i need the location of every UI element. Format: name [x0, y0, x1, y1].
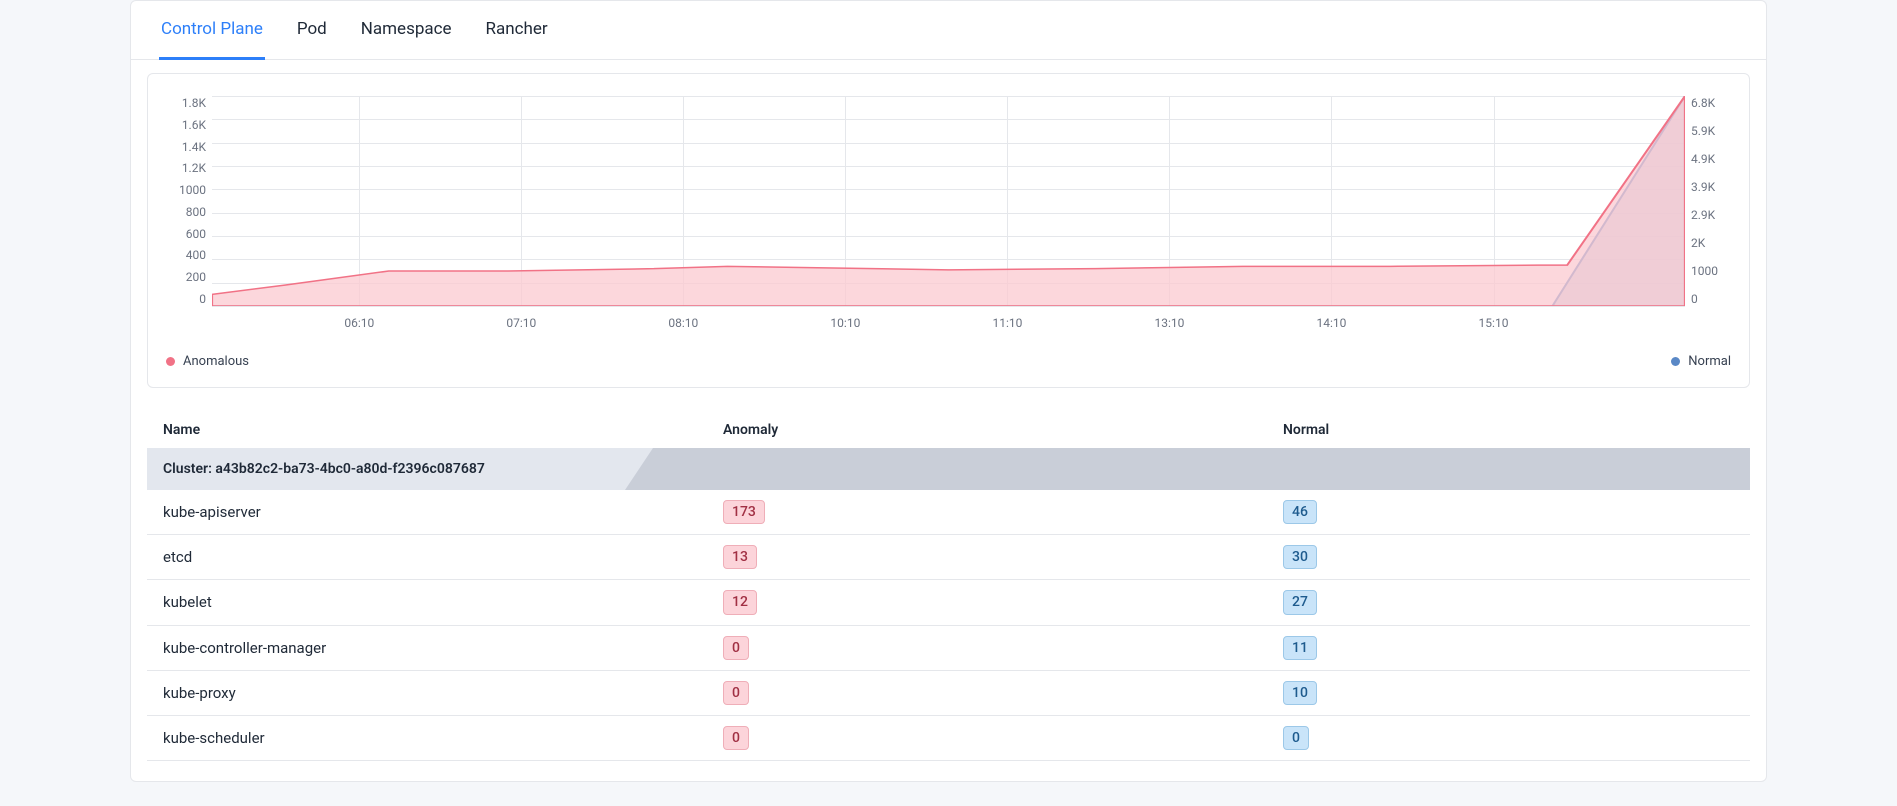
group-label-prefix: Cluster:: [163, 461, 215, 477]
y-right-tick: 0: [1691, 292, 1731, 306]
y-axis-right: 6.8K 5.9K 4.9K 3.9K 2.9K 2K 1000 0: [1685, 96, 1731, 306]
tab-rancher[interactable]: Rancher: [484, 1, 550, 60]
x-tick: 15:10: [1479, 316, 1509, 330]
anomaly-badge: 12: [723, 590, 757, 614]
x-tick: 07:10: [506, 316, 536, 330]
table-row[interactable]: kube-controller-manager0 11: [147, 626, 1750, 671]
y-left-tick: 1.4K: [166, 140, 206, 154]
dot-icon: [166, 357, 175, 366]
table-row[interactable]: kube-scheduler00: [147, 716, 1750, 761]
normal-badge: 27: [1283, 590, 1317, 614]
tab-namespace[interactable]: Namespace: [359, 1, 454, 60]
normal-badge: 11: [1283, 636, 1317, 660]
y-axis-left: 1.8K 1.6K 1.4K 1.2K 1000 800 600 400 200 0: [166, 96, 212, 306]
legend-normal[interactable]: Normal: [1671, 354, 1731, 369]
col-header-anomaly[interactable]: Anomaly: [723, 422, 1283, 438]
y-left-tick: 400: [166, 248, 206, 262]
x-axis: 06:10 07:10 08:10 10:10 11:10 13:10 14:10 15:10: [212, 316, 1685, 336]
y-right-tick: 5.9K: [1691, 124, 1731, 138]
y-left-tick: 0: [166, 292, 206, 306]
y-left-tick: 1.6K: [166, 118, 206, 132]
y-left-tick: 1.8K: [166, 96, 206, 110]
anomaly-badge: 13: [723, 545, 757, 569]
y-left-tick: 600: [166, 227, 206, 241]
y-left-tick: 800: [166, 205, 206, 219]
tab-pod[interactable]: Pod: [295, 1, 329, 60]
y-right-tick: 4.9K: [1691, 152, 1731, 166]
row-name: kube-apiserver: [163, 503, 723, 521]
chart-plot[interactable]: [212, 96, 1685, 306]
row-name: kube-scheduler: [163, 729, 723, 747]
x-tick: 14:10: [1317, 316, 1347, 330]
y-left-tick: 200: [166, 270, 206, 284]
anomaly-badge: 0: [723, 681, 749, 705]
breakdown-table: Name Anomaly Normal Cluster: a43b82c2-ba…: [131, 412, 1766, 781]
normal-badge: 30: [1283, 545, 1317, 569]
normal-badge: 0: [1283, 726, 1309, 750]
y-right-tick: 2.9K: [1691, 208, 1731, 222]
y-right-tick: 6.8K: [1691, 96, 1731, 110]
group-label-id: a43b82c2-ba73-4bc0-a80d-f2396c087687: [215, 461, 484, 477]
legend-anomalous-label: Anomalous: [183, 354, 249, 369]
col-header-name[interactable]: Name: [163, 422, 723, 438]
chart-panel: 1.8K1.6K1.4K1.2K10008006004002000 06:100…: [147, 73, 1750, 388]
table-row[interactable]: kubelet12 27: [147, 580, 1750, 625]
y-left-tick: 1.2K: [166, 161, 206, 175]
table-row[interactable]: kube-apiserver173 46: [147, 490, 1750, 535]
normal-badge: 46: [1283, 500, 1317, 524]
table-row[interactable]: kube-proxy0 10: [147, 671, 1750, 716]
anomaly-badge: 173: [723, 500, 765, 524]
y-right-tick: 1000: [1691, 264, 1731, 278]
table-row[interactable]: etcd13 30: [147, 535, 1750, 580]
row-name: kube-controller-manager: [163, 639, 723, 657]
x-tick: 11:10: [992, 316, 1022, 330]
group-header[interactable]: Cluster: a43b82c2-ba73-4bc0-a80d-f2396c0…: [147, 448, 1750, 490]
dot-icon: [1671, 357, 1680, 366]
anomaly-badge: 0: [723, 636, 749, 660]
tab-control-plane[interactable]: Control Plane: [159, 1, 265, 60]
row-name: kubelet: [163, 593, 723, 611]
y-right-tick: 2K: [1691, 236, 1731, 250]
x-tick: 13:10: [1154, 316, 1184, 330]
row-name: kube-proxy: [163, 684, 723, 702]
normal-badge: 10: [1283, 681, 1317, 705]
col-header-normal[interactable]: Normal: [1283, 422, 1750, 438]
y-left-tick: 1000: [166, 183, 206, 197]
x-tick: 10:10: [830, 316, 860, 330]
anomaly-badge: 0: [723, 726, 749, 750]
legend-normal-label: Normal: [1688, 354, 1731, 369]
y-right-tick: 3.9K: [1691, 180, 1731, 194]
tabs-bar: Control Plane Pod Namespace Rancher: [131, 1, 1766, 60]
x-tick: 06:10: [344, 316, 374, 330]
legend-anomalous[interactable]: Anomalous: [166, 354, 249, 369]
main-card: Control Plane Pod Namespace Rancher 1.8K…: [130, 0, 1767, 782]
x-tick: 08:10: [668, 316, 698, 330]
row-name: etcd: [163, 548, 723, 566]
